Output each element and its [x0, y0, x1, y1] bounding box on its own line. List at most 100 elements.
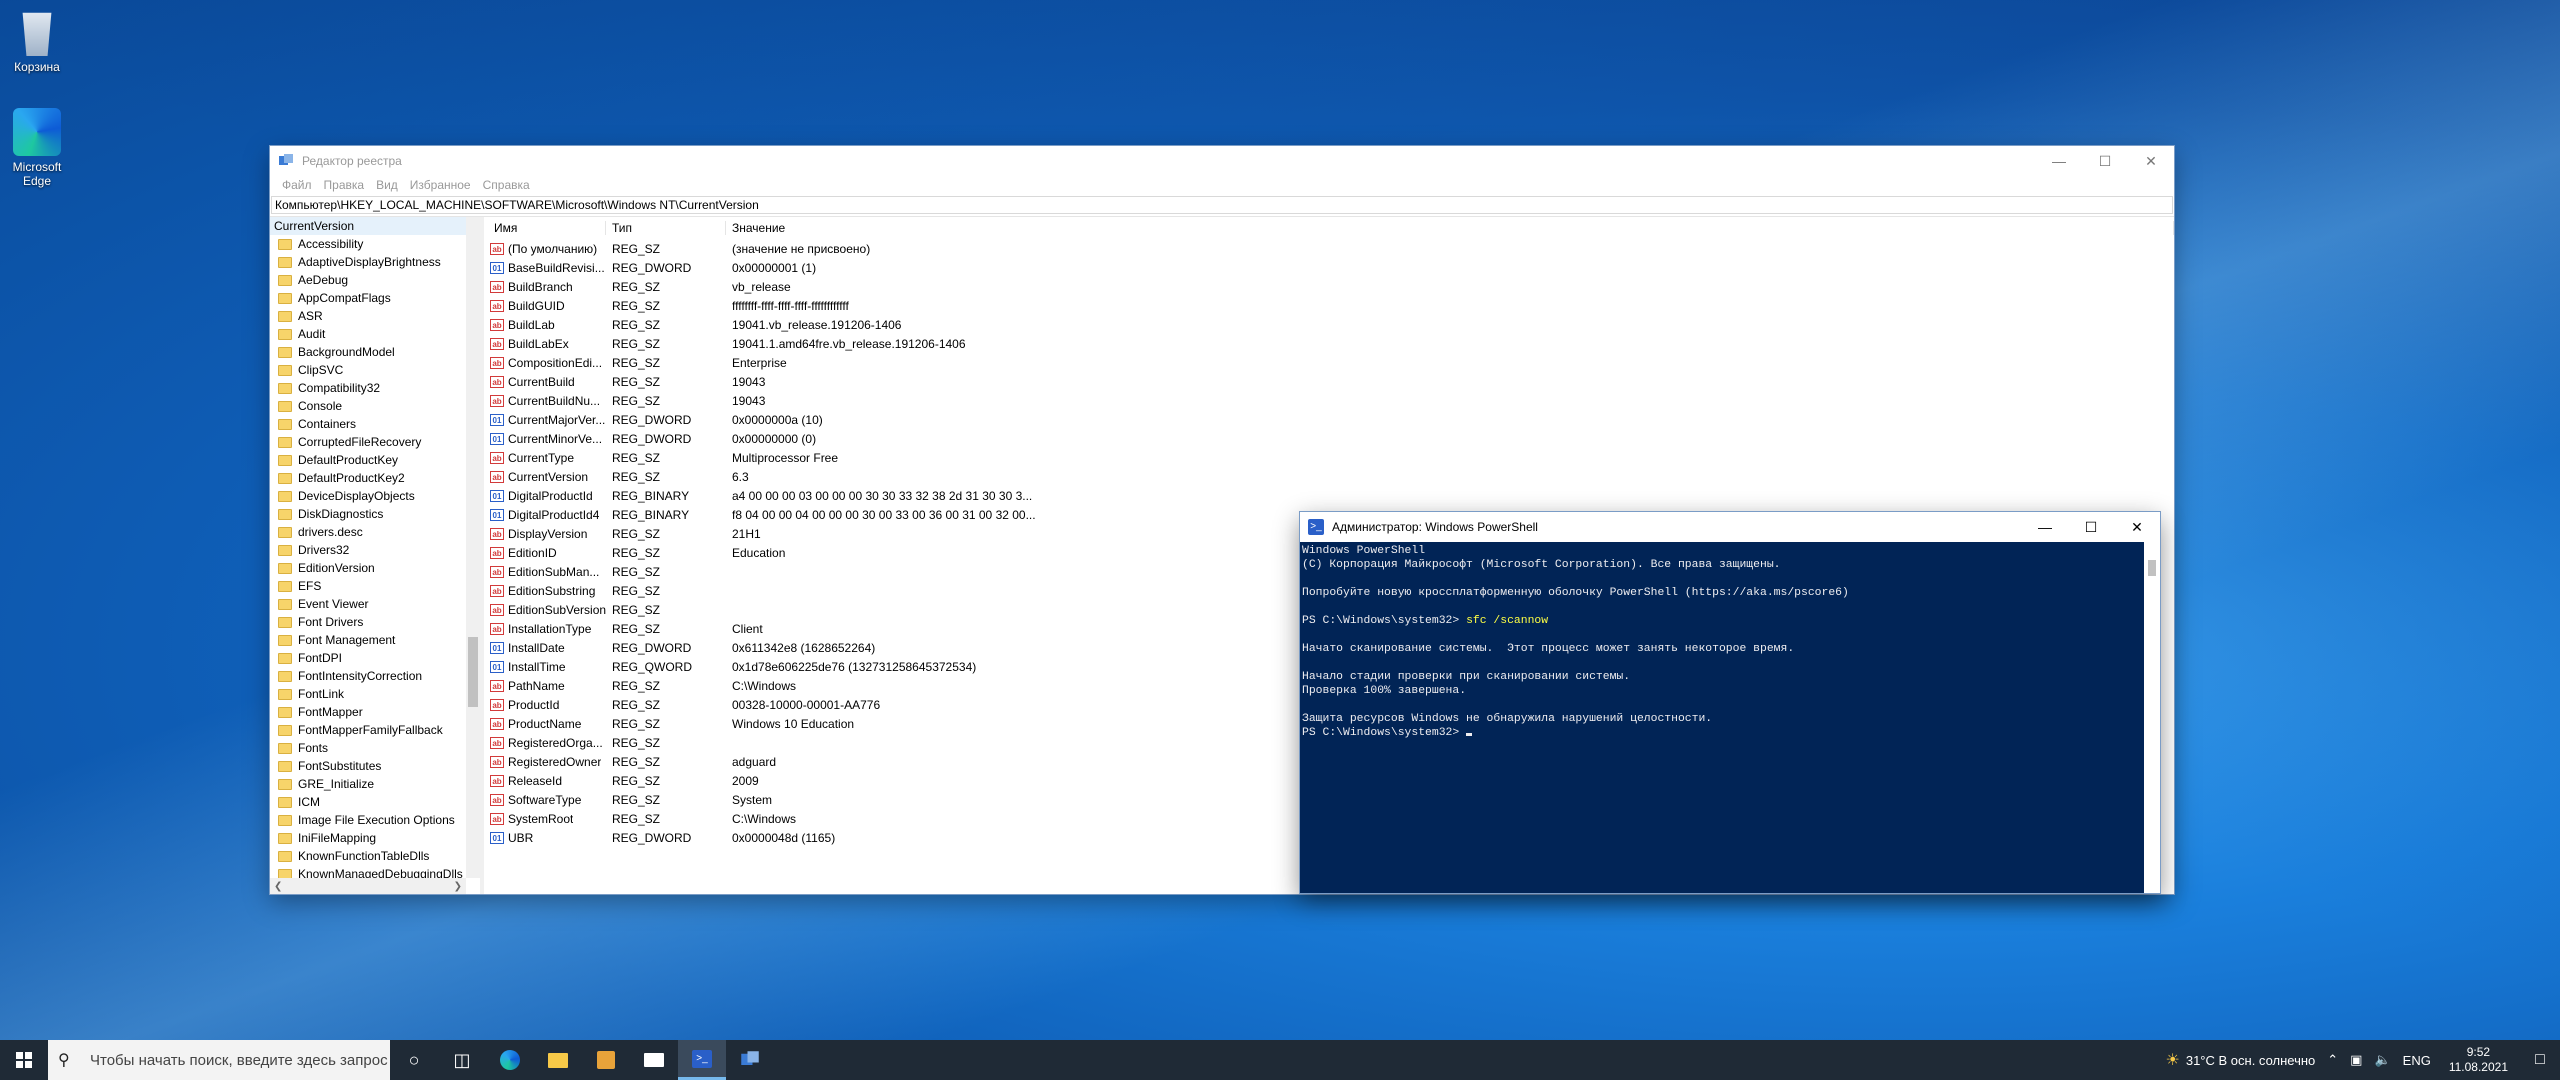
- tree-item[interactable]: ASR: [270, 307, 466, 325]
- powershell-window[interactable]: >_ Администратор: Windows PowerShell — ☐…: [1300, 512, 2160, 893]
- value-row[interactable]: 01 CurrentMinorVe... REG_DWORD 0x00000000 (…: [484, 429, 2174, 448]
- tree-vertical-scrollbar[interactable]: [466, 217, 480, 878]
- desktop-icon-edge[interactable]: Microsoft Edge: [0, 108, 74, 188]
- tree-item[interactable]: Drivers32: [270, 541, 466, 559]
- value-row[interactable]: ab BuildLab REG_SZ 19041.vb_release.191206-…: [484, 315, 2174, 334]
- value-row[interactable]: ab CurrentType REG_SZ Multiprocessor Free: [484, 448, 2174, 467]
- minimize-button[interactable]: —: [2022, 512, 2068, 542]
- address-bar[interactable]: Компьютер\HKEY_LOCAL_MACHINE\SOFTWARE\Mi…: [271, 196, 2173, 214]
- tree-item[interactable]: FontDPI: [270, 649, 466, 667]
- tree-item[interactable]: BackgroundModel: [270, 343, 466, 361]
- tree-item[interactable]: AppCompatFlags: [270, 289, 466, 307]
- scroll-thumb[interactable]: [2148, 560, 2156, 576]
- tree-item[interactable]: FontMapper: [270, 703, 466, 721]
- tree-item[interactable]: Console: [270, 397, 466, 415]
- tree-item[interactable]: FontIntensityCorrection: [270, 667, 466, 685]
- tree-item[interactable]: KnownFunctionTableDlls: [270, 847, 466, 865]
- tree-item[interactable]: Font Management: [270, 631, 466, 649]
- value-row[interactable]: ab CurrentBuild REG_SZ 19043: [484, 372, 2174, 391]
- clock[interactable]: 9:52 11.08.2021: [2437, 1045, 2520, 1075]
- value-row[interactable]: ab CurrentBuildNu... REG_SZ 19043: [484, 391, 2174, 410]
- scroll-thumb[interactable]: [468, 637, 478, 707]
- taskbar-edge[interactable]: [486, 1040, 534, 1080]
- start-button[interactable]: [0, 1040, 48, 1080]
- tree-item[interactable]: FontSubstitutes: [270, 757, 466, 775]
- tree-item[interactable]: FontMapperFamilyFallback: [270, 721, 466, 739]
- tree-item[interactable]: ICM: [270, 793, 466, 811]
- titlebar[interactable]: >_ Администратор: Windows PowerShell — ☐…: [1300, 512, 2160, 542]
- tree-item[interactable]: KnownManagedDebuggingDlls: [270, 865, 466, 878]
- taskbar-search[interactable]: ⚲ Чтобы начать поиск, введите здесь запр…: [48, 1040, 390, 1080]
- tree-item-label: BackgroundModel: [298, 345, 395, 359]
- maximize-button[interactable]: ☐: [2068, 512, 2114, 542]
- tree-item[interactable]: EditionVersion: [270, 559, 466, 577]
- value-row[interactable]: ab BuildGUID REG_SZ ffffffff-ffff-ffff-ffff…: [484, 296, 2174, 315]
- tree-horizontal-scrollbar[interactable]: ❮ ❯: [270, 878, 466, 894]
- value-row[interactable]: ab BuildLabEx REG_SZ 19041.1.amd64fre.vb_re…: [484, 334, 2174, 353]
- string-value-icon: ab: [490, 717, 504, 730]
- tree-item[interactable]: DefaultProductKey: [270, 451, 466, 469]
- language-indicator[interactable]: ENG: [2397, 1053, 2437, 1068]
- tree-item[interactable]: AeDebug: [270, 271, 466, 289]
- tree-item[interactable]: Audit: [270, 325, 466, 343]
- network-icon[interactable]: ▣: [2344, 1052, 2368, 1068]
- value-row[interactable]: ab CurrentVersion REG_SZ 6.3: [484, 467, 2174, 486]
- value-row[interactable]: ab BuildBranch REG_SZ vb_release: [484, 277, 2174, 296]
- value-row[interactable]: 01 BaseBuildRevisi... REG_DWORD 0x00000001 …: [484, 258, 2174, 277]
- cortana-button[interactable]: ○: [390, 1040, 438, 1080]
- tree-item[interactable]: ClipSVC: [270, 361, 466, 379]
- taskbar-mail[interactable]: [630, 1040, 678, 1080]
- value-row[interactable]: ab CompositionEdi... REG_SZ Enterprise: [484, 353, 2174, 372]
- tree-item[interactable]: CorruptedFileRecovery: [270, 433, 466, 451]
- tree-item-selected[interactable]: CurrentVersion: [270, 217, 466, 235]
- tree-item[interactable]: Font Drivers: [270, 613, 466, 631]
- tree-item[interactable]: Containers: [270, 415, 466, 433]
- column-header-data[interactable]: Значение: [726, 221, 2174, 235]
- menu-edit[interactable]: Правка: [318, 176, 371, 196]
- tree-item[interactable]: DiskDiagnostics: [270, 505, 466, 523]
- scroll-right-icon[interactable]: ❯: [454, 881, 462, 892]
- tree-item[interactable]: GRE_Initialize: [270, 775, 466, 793]
- tree-item[interactable]: drivers.desc: [270, 523, 466, 541]
- value-row[interactable]: 01 CurrentMajorVer... REG_DWORD 0x0000000a …: [484, 410, 2174, 429]
- menu-bar: Файл Правка Вид Избранное Справка: [270, 176, 2174, 196]
- tree-item[interactable]: IniFileMapping: [270, 829, 466, 847]
- minimize-button[interactable]: —: [2036, 146, 2082, 176]
- titlebar[interactable]: Редактор реестра — ☐ ✕: [270, 146, 2174, 176]
- tree-item[interactable]: FontLink: [270, 685, 466, 703]
- column-header-name[interactable]: Имя: [484, 221, 606, 235]
- column-header-type[interactable]: Тип: [606, 221, 726, 235]
- console-scrollbar[interactable]: [2144, 542, 2160, 893]
- menu-view[interactable]: Вид: [370, 176, 404, 196]
- tree-item[interactable]: DeviceDisplayObjects: [270, 487, 466, 505]
- maximize-button[interactable]: ☐: [2082, 146, 2128, 176]
- menu-favorites[interactable]: Избранное: [404, 176, 477, 196]
- close-button[interactable]: ✕: [2114, 512, 2160, 542]
- menu-file[interactable]: Файл: [276, 176, 318, 196]
- weather-widget[interactable]: ☀ 31°C В осн. солнечно: [2160, 1050, 2322, 1070]
- tree-item[interactable]: AdaptiveDisplayBrightness: [270, 253, 466, 271]
- menu-help[interactable]: Справка: [477, 176, 536, 196]
- console-output[interactable]: Windows PowerShell (C) Корпорация Майкрос…: [1300, 542, 2144, 893]
- taskbar-file-explorer[interactable]: [534, 1040, 582, 1080]
- close-button[interactable]: ✕: [2128, 146, 2174, 176]
- taskbar-regedit[interactable]: [726, 1040, 774, 1080]
- taskbar-store[interactable]: [582, 1040, 630, 1080]
- scroll-left-icon[interactable]: ❮: [274, 881, 282, 892]
- notification-icon[interactable]: □: [2520, 1051, 2560, 1069]
- tree-item[interactable]: EFS: [270, 577, 466, 595]
- tree-item[interactable]: DefaultProductKey2: [270, 469, 466, 487]
- task-view-button[interactable]: ◫: [438, 1040, 486, 1080]
- tree-item[interactable]: Compatibility32: [270, 379, 466, 397]
- chevron-up-icon[interactable]: ⌃: [2321, 1052, 2344, 1068]
- value-row[interactable]: 01 DigitalProductId REG_BINARY a4 00 00 00 …: [484, 486, 2174, 505]
- taskbar-powershell[interactable]: >_: [678, 1040, 726, 1080]
- tree-item[interactable]: Fonts: [270, 739, 466, 757]
- tree-item[interactable]: Event Viewer: [270, 595, 466, 613]
- value-row[interactable]: ab (По умолчанию) REG_SZ (значение не присв…: [484, 239, 2174, 258]
- desktop-icon-recycle-bin[interactable]: Корзина: [0, 8, 74, 74]
- tree-item[interactable]: Accessibility: [270, 235, 466, 253]
- speaker-icon[interactable]: 🔈: [2368, 1052, 2396, 1068]
- tree-item[interactable]: Image File Execution Options: [270, 811, 466, 829]
- key-tree[interactable]: CurrentVersion Accessibility AdaptiveDisp…: [270, 217, 484, 894]
